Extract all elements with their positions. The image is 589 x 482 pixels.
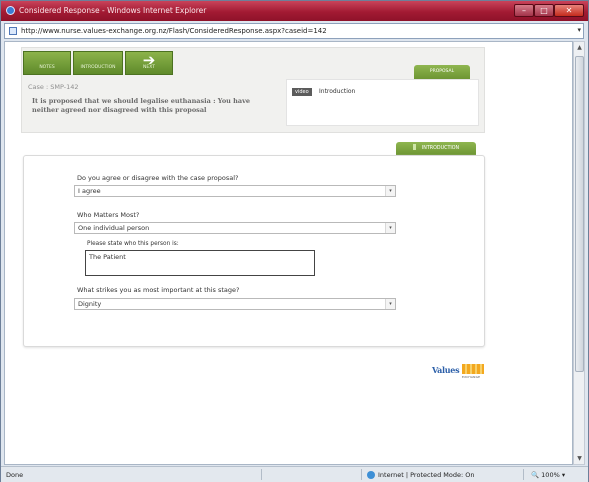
logo-text: Values (432, 365, 460, 375)
title-bar: Considered Response - Windows Internet E… (1, 1, 588, 21)
person-question-label: Please state who this person is: (87, 241, 179, 247)
minimize-button[interactable]: – (514, 4, 534, 17)
question-important-label: What strikes you as most important at th… (77, 286, 240, 294)
agree-select-value: I agree (78, 187, 101, 195)
address-dropdown-icon[interactable]: ▾ (577, 26, 581, 34)
zoom-icon: 🔍 (531, 471, 540, 479)
who-matters-select-value: One individual person (78, 224, 150, 232)
ie-logo-icon (6, 6, 15, 15)
logo-bars-icon (462, 364, 484, 374)
agree-select[interactable]: I agree ▾ (74, 185, 396, 197)
important-select-value: Dignity (78, 300, 102, 308)
zoom-control[interactable]: 🔍 100% ▾ (531, 471, 565, 479)
address-bar[interactable]: http://www.nurse.values-exchange.org.nz/… (4, 23, 584, 39)
security-zone-label: Internet | Protected Mode: On (378, 471, 475, 479)
status-bar: Done Internet | Protected Mode: On 🔍 100… (1, 466, 588, 482)
logo-subtext: EXCHANGE (462, 375, 481, 379)
scrollbar-thumb[interactable] (575, 56, 584, 372)
status-divider (261, 469, 262, 480)
person-input[interactable]: The Patient (85, 250, 315, 276)
close-button[interactable]: ✕ (554, 4, 584, 17)
video-link[interactable]: Introduction (319, 88, 355, 96)
video-badge: video (292, 88, 312, 96)
chevron-down-icon[interactable]: ▾ (385, 186, 395, 196)
video-box (286, 79, 479, 126)
question-who-matters-label: Who Matters Most? (77, 211, 140, 219)
tab-introduction[interactable]: INTRODUCTION (396, 142, 476, 155)
notes-button[interactable]: NOTES (23, 51, 71, 75)
important-select[interactable]: Dignity ▾ (74, 298, 396, 310)
status-divider (361, 469, 362, 480)
page-icon (9, 27, 17, 35)
vertical-scrollbar[interactable]: ▲ ▼ (573, 41, 585, 465)
who-matters-select[interactable]: One individual person ▾ (74, 222, 396, 234)
browser-window: Considered Response - Windows Internet E… (0, 0, 589, 482)
window-title: Considered Response - Windows Internet E… (19, 6, 207, 15)
case-proposal-text: It is proposed that we should legalise e… (32, 97, 251, 114)
values-exchange-logo: Values EXCHANGE (432, 363, 484, 381)
introduction-button-label: INTRODUCTION (80, 65, 116, 70)
status-text: Done (6, 471, 24, 479)
introduction-button[interactable]: INTRODUCTION (73, 51, 123, 75)
security-zone[interactable]: Internet | Protected Mode: On (367, 471, 475, 479)
zoom-level: 100% (541, 471, 560, 479)
tab-introduction-label: INTRODUCTION (421, 146, 460, 151)
scroll-up-icon[interactable]: ▲ (575, 43, 584, 52)
tab-proposal[interactable]: PROPOSAL (414, 65, 470, 79)
maximize-button[interactable]: □ (534, 4, 554, 17)
url-text[interactable]: http://www.nurse.values-exchange.org.nz/… (21, 27, 327, 35)
tab-marker-icon (412, 144, 416, 150)
question-agree-label: Do you agree or disagree with the case p… (77, 174, 239, 182)
status-divider (523, 469, 524, 480)
next-button[interactable]: ➔ NEXT (125, 51, 173, 75)
chevron-down-icon[interactable]: ▾ (385, 299, 395, 309)
chevron-down-icon[interactable]: ▾ (385, 223, 395, 233)
globe-icon (367, 471, 375, 479)
next-button-label: NEXT (143, 65, 155, 70)
scroll-down-icon[interactable]: ▼ (575, 454, 584, 463)
notes-button-label: NOTES (39, 65, 55, 70)
case-id-label: Case : SMP-142 (28, 83, 79, 91)
